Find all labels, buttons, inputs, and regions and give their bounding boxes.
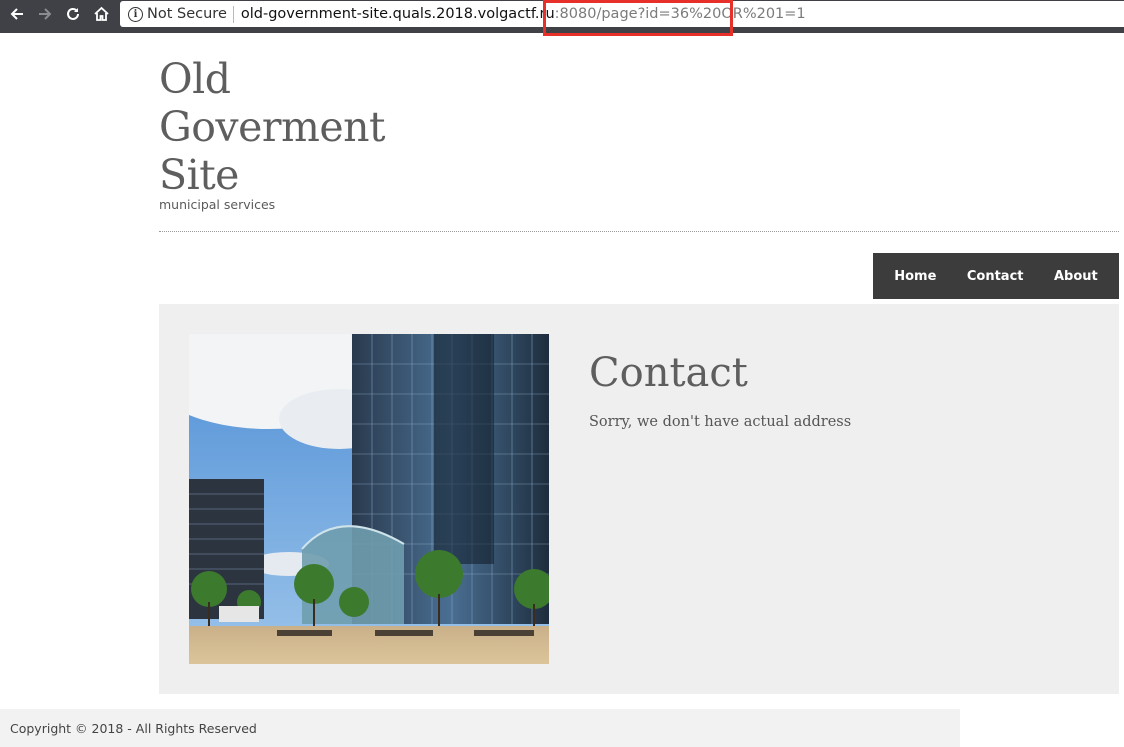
address-divider [232, 5, 234, 23]
content-text: Sorry, we don't have actual address [589, 414, 852, 430]
content-heading: Contact [589, 350, 748, 396]
arrow-left-icon [9, 6, 25, 22]
copyright-text: Copyright © 2018 - All Rights Reserved [10, 720, 257, 736]
back-button[interactable] [6, 3, 28, 25]
main-nav: Home Contact About [873, 253, 1119, 299]
nav-contact-link[interactable]: Contact [963, 269, 1028, 284]
content-panel: Contact Sorry, we don't have actual addr… [159, 304, 1119, 694]
site-title-line: Goverment [159, 103, 386, 151]
site-tagline: municipal services [159, 197, 276, 212]
site-title: Old Goverment Site [159, 55, 459, 199]
url-path: /page?id=36%20OR%201=1 [596, 6, 806, 22]
browser-toolbar: i Not Secure old-government-site.quals.2… [0, 0, 1124, 33]
address-bar[interactable]: i Not Secure old-government-site.quals.2… [120, 1, 1124, 27]
forward-button[interactable] [34, 3, 56, 25]
info-icon[interactable]: i [128, 6, 143, 22]
site-title-line: Site [159, 151, 239, 199]
nav-about-link[interactable]: About [1050, 269, 1102, 284]
home-icon [93, 6, 110, 22]
reload-icon [65, 6, 81, 22]
site-title-line: Old [159, 55, 231, 103]
nav-home-link[interactable]: Home [890, 269, 940, 284]
arrow-right-icon [37, 6, 53, 22]
url-port: :8080 [554, 6, 597, 22]
url-host: old-government-site.quals.2018.volgactf.… [240, 6, 555, 22]
header-divider [159, 231, 1119, 232]
security-label: Not Secure [147, 6, 227, 22]
city-buildings-photo [189, 334, 549, 664]
reload-button[interactable] [62, 3, 84, 25]
footer: Copyright © 2018 - All Rights Reserved [0, 709, 960, 747]
home-button[interactable] [90, 3, 112, 25]
